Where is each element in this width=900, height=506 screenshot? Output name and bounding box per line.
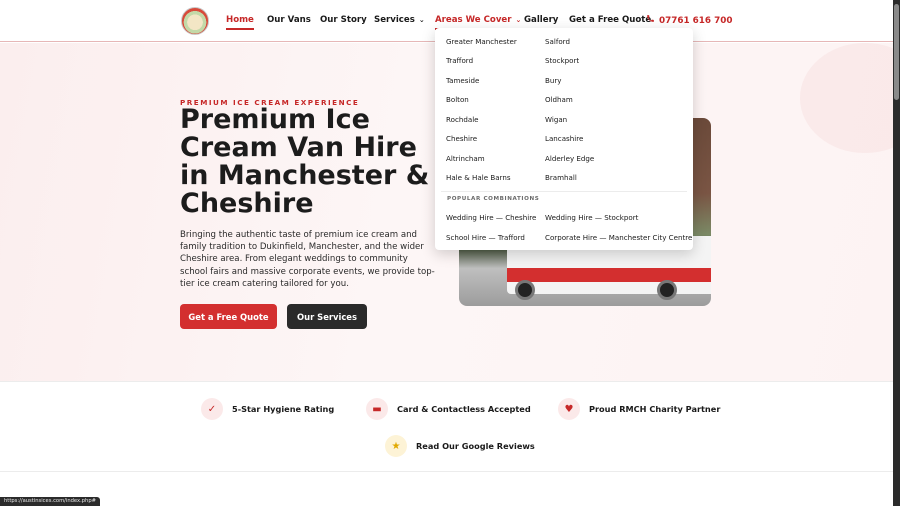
area-link[interactable]: Greater Manchester [446, 37, 517, 46]
our-services-button[interactable]: Our Services [287, 304, 367, 329]
nav-gallery[interactable]: Gallery [524, 15, 558, 25]
google-reviews-link[interactable]: ★ Read Our Google Reviews [385, 435, 535, 457]
nav-get-quote[interactable]: Get a Free Quote [569, 15, 651, 25]
scrollbar-thumb[interactable] [894, 4, 899, 100]
area-link[interactable]: Bury [545, 76, 561, 85]
area-link[interactable]: Tameside [446, 76, 479, 85]
hero-title: Premium Ice Cream Van Hire in Manchester… [180, 104, 430, 219]
combo-link[interactable]: Wedding Hire — Cheshire [446, 213, 536, 222]
phone-icon [646, 14, 656, 26]
phone-number: 07761 616 700 [659, 16, 733, 26]
area-link[interactable]: Alderley Edge [545, 154, 594, 163]
decorative-blob [800, 43, 893, 153]
page: Home Our Vans Our Story Services ⌄ Areas … [0, 0, 893, 506]
combo-link[interactable]: Corporate Hire — Manchester City Centre [545, 233, 692, 242]
chevron-down-icon: ⌄ [515, 16, 522, 24]
trust-badge-charity: ♥ Proud RMCH Charity Partner [558, 398, 720, 420]
check-circle-icon: ✓ [201, 398, 223, 420]
credit-card-icon: ▬ [366, 398, 388, 420]
van-wheel [657, 280, 677, 300]
area-link[interactable]: Altrincham [446, 154, 485, 163]
scrollbar[interactable] [893, 0, 900, 506]
trust-badge-label: 5-Star Hygiene Rating [232, 404, 335, 414]
heart-icon: ♥ [558, 398, 580, 420]
combinations-heading: POPULAR COMBINATIONS [447, 196, 540, 202]
area-link[interactable]: Wigan [545, 115, 567, 124]
trust-badge-label: Card & Contactless Accepted [397, 404, 531, 414]
area-link[interactable]: Stockport [545, 56, 579, 65]
get-quote-button[interactable]: Get a Free Quote [180, 304, 277, 329]
area-link[interactable]: Rochdale [446, 115, 479, 124]
area-link[interactable]: Salford [545, 37, 570, 46]
combo-link[interactable]: Wedding Hire — Stockport [545, 213, 638, 222]
star-icon: ★ [385, 435, 407, 457]
areas-dropdown-menu: Greater Manchester Trafford Tameside Bol… [435, 28, 693, 250]
van-wheel [515, 280, 535, 300]
nav-services[interactable]: Services ⌄ [374, 15, 425, 25]
nav-our-story[interactable]: Our Story [320, 15, 367, 25]
trust-badge-label: Proud RMCH Charity Partner [589, 404, 721, 414]
area-link[interactable]: Hale & Hale Barns [446, 173, 511, 182]
nav-areas-we-cover[interactable]: Areas We Cover ⌄ [435, 15, 522, 30]
trust-badge-hygiene: ✓ 5-Star Hygiene Rating [201, 398, 334, 420]
nav-home[interactable]: Home [226, 15, 254, 30]
area-link[interactable]: Bolton [446, 95, 469, 104]
status-bar-url: https://austinsices.com/index.php# [0, 497, 100, 506]
nav-services-label: Services [374, 15, 415, 25]
trust-badge-label: Read Our Google Reviews [416, 441, 535, 451]
site-logo[interactable] [181, 7, 209, 35]
trust-bar: ✓ 5-Star Hygiene Rating ▬ Card & Contact… [0, 381, 893, 472]
nav-areas-label: Areas We Cover [435, 15, 512, 25]
combo-link[interactable]: School Hire — Trafford [446, 233, 525, 242]
area-link[interactable]: Trafford [446, 56, 473, 65]
trust-badge-payments: ▬ Card & Contactless Accepted [366, 398, 531, 420]
area-link[interactable]: Lancashire [545, 134, 583, 143]
hero-description: Bringing the authentic taste of premium … [180, 230, 435, 289]
area-link[interactable]: Bramhall [545, 173, 577, 182]
van-stripe [507, 268, 711, 282]
area-link[interactable]: Oldham [545, 95, 573, 104]
chevron-down-icon: ⌄ [418, 16, 425, 24]
nav-our-vans[interactable]: Our Vans [267, 15, 311, 25]
dropdown-divider [441, 191, 687, 192]
phone-link[interactable]: 07761 616 700 [646, 14, 732, 26]
area-link[interactable]: Cheshire [446, 134, 477, 143]
